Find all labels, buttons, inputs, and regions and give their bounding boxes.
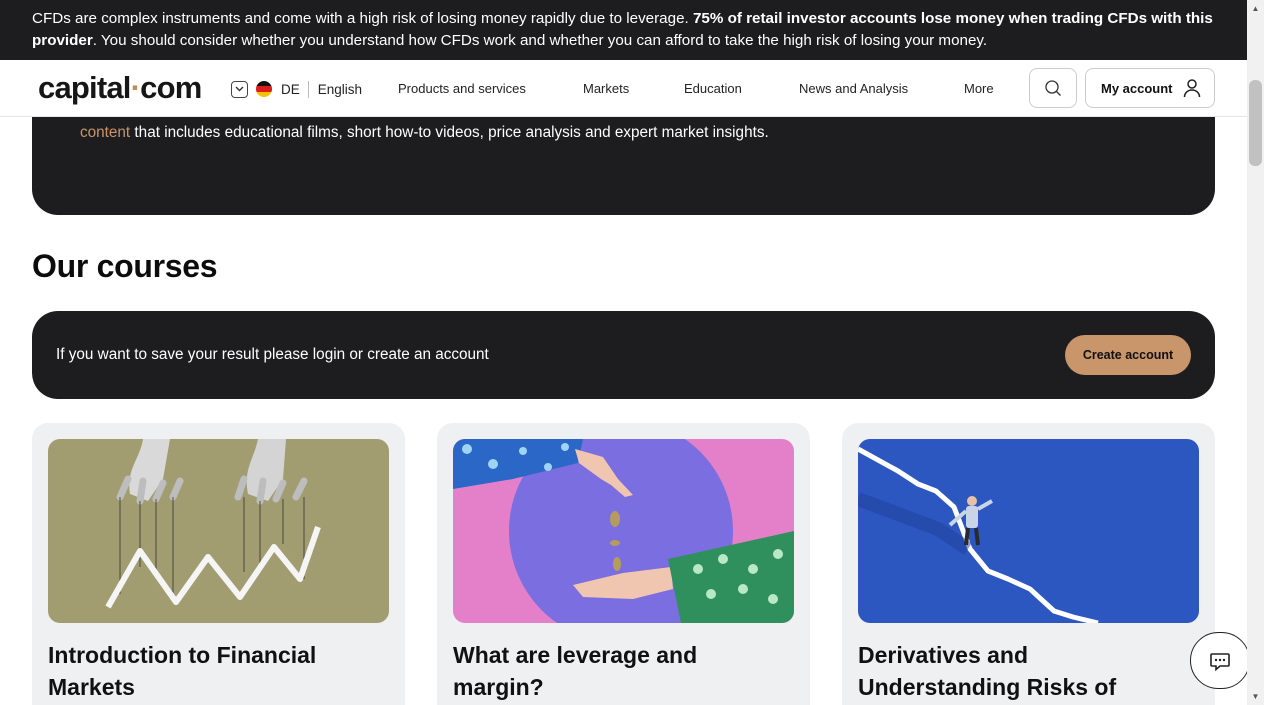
- intro-body: that includes educational films, short h…: [130, 124, 769, 141]
- course-card[interactable]: Introduction to Financial Markets: [32, 423, 405, 705]
- course-title[interactable]: What are leverage and margin?: [453, 639, 783, 703]
- save-result-banner: If you want to save your result please l…: [32, 311, 1215, 399]
- course-image-coins-hands: [453, 439, 794, 623]
- nav-education[interactable]: Education: [684, 81, 742, 96]
- scroll-thumb[interactable]: [1249, 80, 1262, 166]
- germany-flag-icon: [256, 81, 272, 97]
- scroll-up-arrow-icon[interactable]: ▲: [1247, 0, 1264, 17]
- language-label: English: [317, 81, 363, 97]
- course-card[interactable]: What are leverage and margin?: [437, 423, 810, 705]
- risk-text: CFDs are complex instruments and come wi…: [32, 10, 693, 27]
- page: content that includes educational films,…: [0, 0, 1247, 705]
- logo[interactable]: capital·com: [38, 70, 202, 106]
- create-account-button[interactable]: Create account: [1065, 335, 1191, 375]
- language-selector[interactable]: DE English: [231, 79, 362, 99]
- course-image-chart-walker: [858, 439, 1199, 623]
- divider: [307, 80, 309, 98]
- risk-warning-banner: CFDs are complex instruments and come wi…: [0, 0, 1247, 60]
- course-image-puppet-hands: [48, 439, 389, 623]
- user-icon: [1183, 79, 1200, 98]
- intro-text: content that includes educational films,…: [80, 121, 780, 145]
- chat-icon: [1210, 652, 1230, 671]
- page-scrollbar[interactable]: ▲ ▼: [1247, 0, 1264, 705]
- nav-news-and-analysis[interactable]: News and Analysis: [799, 81, 908, 96]
- country-code: DE: [281, 81, 300, 97]
- save-result-message: If you want to save your result please l…: [56, 346, 489, 363]
- course-card[interactable]: Derivatives and Understanding Risks of: [842, 423, 1215, 705]
- nav-products-and-services[interactable]: Products and services: [398, 81, 526, 96]
- scroll-down-arrow-icon[interactable]: ▼: [1247, 688, 1264, 705]
- search-icon: [1045, 80, 1061, 96]
- content-link[interactable]: content: [80, 124, 130, 141]
- chevron-down-icon: [231, 80, 248, 98]
- nav-more[interactable]: More: [964, 81, 994, 96]
- chat-button[interactable]: [1190, 632, 1247, 689]
- site-header: capital·com DE English Products and serv…: [0, 60, 1247, 117]
- search-button[interactable]: [1029, 68, 1077, 108]
- course-title[interactable]: Introduction to Financial Markets: [48, 639, 378, 703]
- nav-markets[interactable]: Markets: [583, 81, 629, 96]
- my-account-label: My account: [1101, 80, 1173, 96]
- courses-heading: Our courses: [32, 248, 218, 284]
- risk-text-end: . You should consider whether you unders…: [92, 32, 988, 49]
- course-title[interactable]: Derivatives and Understanding Risks of: [858, 639, 1188, 703]
- my-account-button[interactable]: My account: [1085, 68, 1215, 108]
